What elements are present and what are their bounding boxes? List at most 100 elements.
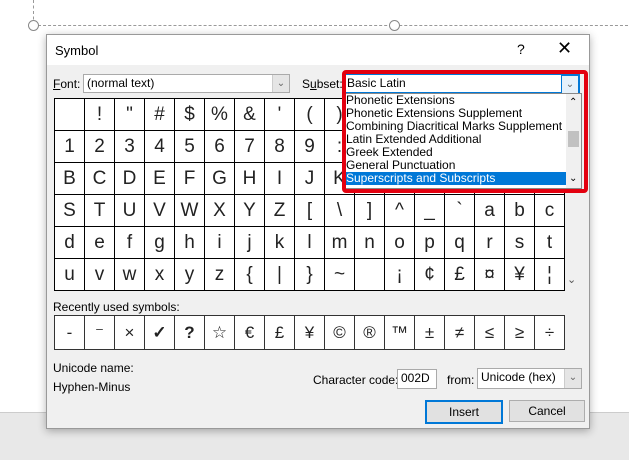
from-dropdown[interactable]: Unicode (hex) ⌄	[477, 368, 582, 389]
symbol-cell[interactable]: ¦	[534, 258, 565, 291]
symbol-cell[interactable]: H	[234, 162, 265, 195]
symbol-cell[interactable]: ^	[384, 194, 415, 227]
symbol-cell[interactable]: i	[204, 226, 235, 259]
recent-symbol-cell[interactable]: ⁻	[84, 315, 115, 350]
help-button[interactable]: ?	[517, 41, 525, 57]
symbol-cell[interactable]	[354, 258, 385, 291]
symbol-cell[interactable]: '	[264, 98, 295, 131]
recent-symbol-cell[interactable]: ™	[384, 315, 415, 350]
recent-symbol-cell[interactable]: ≤	[474, 315, 505, 350]
symbol-cell[interactable]: W	[174, 194, 205, 227]
cancel-button[interactable]: Cancel	[509, 400, 585, 422]
symbol-cell[interactable]: C	[84, 162, 115, 195]
symbol-cell[interactable]: m	[324, 226, 355, 259]
symbol-cell[interactable]: x	[144, 258, 175, 291]
chevron-down-icon[interactable]: ⌄	[272, 75, 289, 92]
symbol-cell[interactable]: n	[354, 226, 385, 259]
symbol-cell[interactable]: U	[114, 194, 145, 227]
symbol-cell[interactable]: k	[264, 226, 295, 259]
symbol-cell[interactable]: p	[414, 226, 445, 259]
chevron-down-icon[interactable]: ⌄	[564, 369, 581, 388]
symbol-cell[interactable]: 8	[264, 130, 295, 163]
symbol-cell[interactable]: j	[234, 226, 265, 259]
symbol-cell[interactable]: `	[444, 194, 475, 227]
symbol-cell[interactable]: Y	[234, 194, 265, 227]
recent-symbol-cell[interactable]: ?	[174, 315, 205, 350]
recent-symbol-cell[interactable]: ©	[324, 315, 355, 350]
symbol-cell[interactable]: G	[204, 162, 235, 195]
recent-symbol-cell[interactable]: ¥	[294, 315, 325, 350]
symbol-cell[interactable]: D	[114, 162, 145, 195]
recent-symbol-cell[interactable]: ≠	[444, 315, 475, 350]
insert-button[interactable]: Insert	[425, 400, 503, 424]
symbol-cell[interactable]: 5	[174, 130, 205, 163]
resize-handle[interactable]	[28, 20, 39, 31]
symbol-cell[interactable]: 7	[234, 130, 265, 163]
symbol-cell[interactable]: [	[294, 194, 325, 227]
symbol-cell[interactable]: }	[294, 258, 325, 291]
symbol-cell[interactable]: V	[144, 194, 175, 227]
symbol-cell[interactable]: X	[204, 194, 235, 227]
symbol-cell[interactable]: F	[174, 162, 205, 195]
symbol-cell[interactable]: #	[144, 98, 175, 131]
symbol-cell[interactable]: "	[114, 98, 145, 131]
symbol-cell[interactable]: \	[324, 194, 355, 227]
symbol-cell[interactable]: !	[84, 98, 115, 131]
symbol-cell[interactable]: ¢	[414, 258, 445, 291]
recent-symbol-cell[interactable]: -	[54, 315, 85, 350]
recent-symbol-cell[interactable]: ×	[114, 315, 145, 350]
symbol-cell[interactable]: 9	[294, 130, 325, 163]
symbol-cell[interactable]: ¤	[474, 258, 505, 291]
symbol-cell[interactable]: &	[234, 98, 265, 131]
close-button[interactable]: ✕	[557, 38, 572, 59]
symbol-cell[interactable]	[54, 98, 85, 131]
symbol-cell[interactable]: 6	[204, 130, 235, 163]
recent-symbol-cell[interactable]: ✓	[144, 315, 175, 350]
grid-scroll-down-icon[interactable]: ⌄	[567, 273, 576, 286]
symbol-cell[interactable]: Z	[264, 194, 295, 227]
symbol-cell[interactable]: z	[204, 258, 235, 291]
symbol-cell[interactable]: T	[84, 194, 115, 227]
symbol-cell[interactable]: B	[54, 162, 85, 195]
symbol-cell[interactable]: ~	[324, 258, 355, 291]
symbol-cell[interactable]: r	[474, 226, 505, 259]
recent-symbol-cell[interactable]: ®	[354, 315, 385, 350]
recent-symbol-cell[interactable]: ☆	[204, 315, 235, 350]
symbol-cell[interactable]: I	[264, 162, 295, 195]
symbol-cell[interactable]: q	[444, 226, 475, 259]
symbol-cell[interactable]: 3	[114, 130, 145, 163]
symbol-cell[interactable]: w	[114, 258, 145, 291]
character-code-input[interactable]: 002D	[397, 369, 437, 389]
symbol-cell[interactable]: %	[204, 98, 235, 131]
symbol-cell[interactable]: b	[504, 194, 535, 227]
symbol-cell[interactable]: £	[444, 258, 475, 291]
symbol-cell[interactable]: t	[534, 226, 565, 259]
recent-symbol-cell[interactable]: ÷	[534, 315, 565, 350]
symbol-cell[interactable]: c	[534, 194, 565, 227]
symbol-cell[interactable]: {	[234, 258, 265, 291]
symbol-cell[interactable]: 1	[54, 130, 85, 163]
symbol-cell[interactable]: e	[84, 226, 115, 259]
symbol-cell[interactable]: |	[264, 258, 295, 291]
symbol-cell[interactable]: S	[54, 194, 85, 227]
symbol-cell[interactable]: (	[294, 98, 325, 131]
symbol-cell[interactable]: 2	[84, 130, 115, 163]
resize-handle[interactable]	[389, 20, 400, 31]
symbol-cell[interactable]: _	[414, 194, 445, 227]
symbol-cell[interactable]: u	[54, 258, 85, 291]
symbol-cell[interactable]: v	[84, 258, 115, 291]
symbol-cell[interactable]: l	[294, 226, 325, 259]
symbol-cell[interactable]: h	[174, 226, 205, 259]
symbol-cell[interactable]: J	[294, 162, 325, 195]
font-dropdown[interactable]: (normal text) ⌄	[83, 74, 290, 93]
symbol-cell[interactable]: d	[54, 226, 85, 259]
symbol-cell[interactable]: a	[474, 194, 505, 227]
symbol-cell[interactable]: g	[144, 226, 175, 259]
recent-symbol-cell[interactable]: £	[264, 315, 295, 350]
symbol-cell[interactable]: y	[174, 258, 205, 291]
symbol-cell[interactable]: o	[384, 226, 415, 259]
symbol-cell[interactable]: ¡	[384, 258, 415, 291]
recent-symbol-cell[interactable]: ±	[414, 315, 445, 350]
symbol-cell[interactable]: $	[174, 98, 205, 131]
symbol-cell[interactable]: f	[114, 226, 145, 259]
